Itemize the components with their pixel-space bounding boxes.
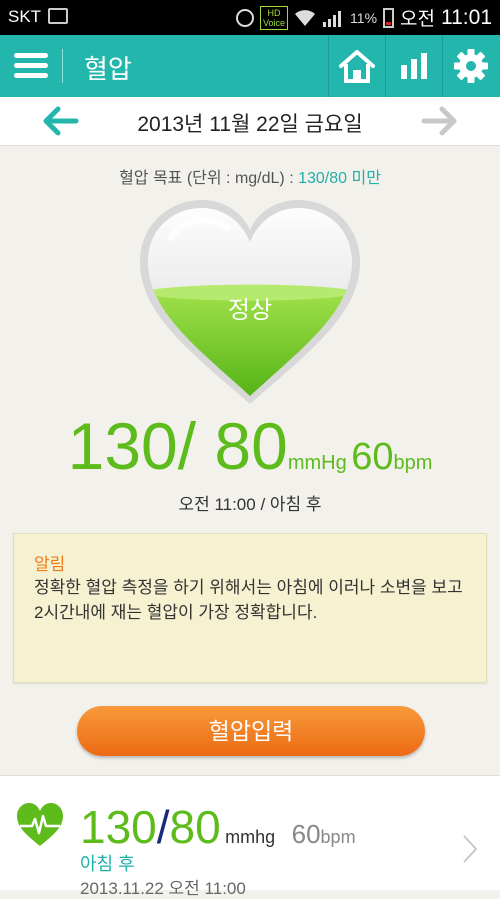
history-unit: mmhg xyxy=(225,827,276,847)
bp-goal: 혈압 목표 (단위 : mg/dL) : 130/80 미만 xyxy=(0,164,500,188)
page-title: 혈압 xyxy=(84,54,132,84)
gear-icon xyxy=(454,49,488,83)
bp-reading: 130/ 80mmHg 60bpm xyxy=(0,408,500,484)
app-bar: 혈압 xyxy=(0,35,500,97)
reading-time: 오전 11:00 / 아침 후 xyxy=(178,495,322,514)
home-button[interactable] xyxy=(328,35,385,97)
history-diastolic: 80 xyxy=(169,801,221,853)
goal-value: 130/80 미만 xyxy=(298,170,381,187)
home-icon xyxy=(339,50,375,83)
history-meal: 아침 후 xyxy=(80,854,135,874)
chevron-right-icon[interactable] xyxy=(462,834,478,864)
settings-button[interactable] xyxy=(442,35,499,97)
notice-title: 알림 xyxy=(34,555,66,574)
notice-box: 알림 정확한 혈압 측정을 하기 위해서는 아침에 이러나 소변을 보고 2시간… xyxy=(13,533,487,683)
battery-percent: 11% xyxy=(350,9,378,26)
divider xyxy=(62,49,63,83)
carrier-label: SKT xyxy=(8,7,42,26)
alarm-icon xyxy=(236,8,255,27)
chart-icon xyxy=(401,53,427,79)
image-notification-icon xyxy=(48,8,68,24)
pulse-value: 60 xyxy=(351,436,394,478)
clock-time: 11:01 xyxy=(441,5,492,29)
bp-input-button[interactable]: 혈압입력 xyxy=(77,706,425,756)
history-reading: 130/80 mmhg 60bpm xyxy=(80,800,356,854)
history-list-item[interactable]: 130/80 mmhg 60bpm 아침 후 2013.11.22 오전 11:… xyxy=(0,775,500,898)
history-pulse-unit: bpm xyxy=(320,827,356,847)
hd-voice-icon: HD Voice xyxy=(260,5,289,30)
clock-ampm: 오전 xyxy=(400,9,435,30)
history-datetime: 2013.11.22 오전 11:00 xyxy=(80,879,246,898)
stats-button[interactable] xyxy=(385,35,442,97)
status-bar: SKT HD Voice 11% 오전 11:01 xyxy=(0,0,500,35)
signal-icon xyxy=(323,10,342,27)
next-date-arrow-icon[interactable] xyxy=(420,105,460,137)
bp-value: 130/ 80 xyxy=(67,409,288,483)
history-slash: / xyxy=(156,801,170,853)
wifi-icon xyxy=(295,9,316,26)
battery-icon xyxy=(383,7,395,28)
heartbeat-icon xyxy=(17,803,63,846)
goal-label: 혈압 목표 (단위 : mg/dL) : xyxy=(119,170,299,187)
history-systolic: 130 xyxy=(80,801,157,853)
bp-unit: mmHg xyxy=(287,452,347,474)
date-navigation: 2013년 11월 22일 금요일 xyxy=(0,97,500,146)
pulse-unit: bpm xyxy=(393,452,433,474)
history-pulse: 60 xyxy=(291,819,321,849)
menu-icon[interactable] xyxy=(14,53,48,79)
notice-body: 정확한 혈압 측정을 하기 위해서는 아침에 이러나 소변을 보고 2시간내에 … xyxy=(34,578,463,622)
status-label: 정상 xyxy=(227,297,273,324)
